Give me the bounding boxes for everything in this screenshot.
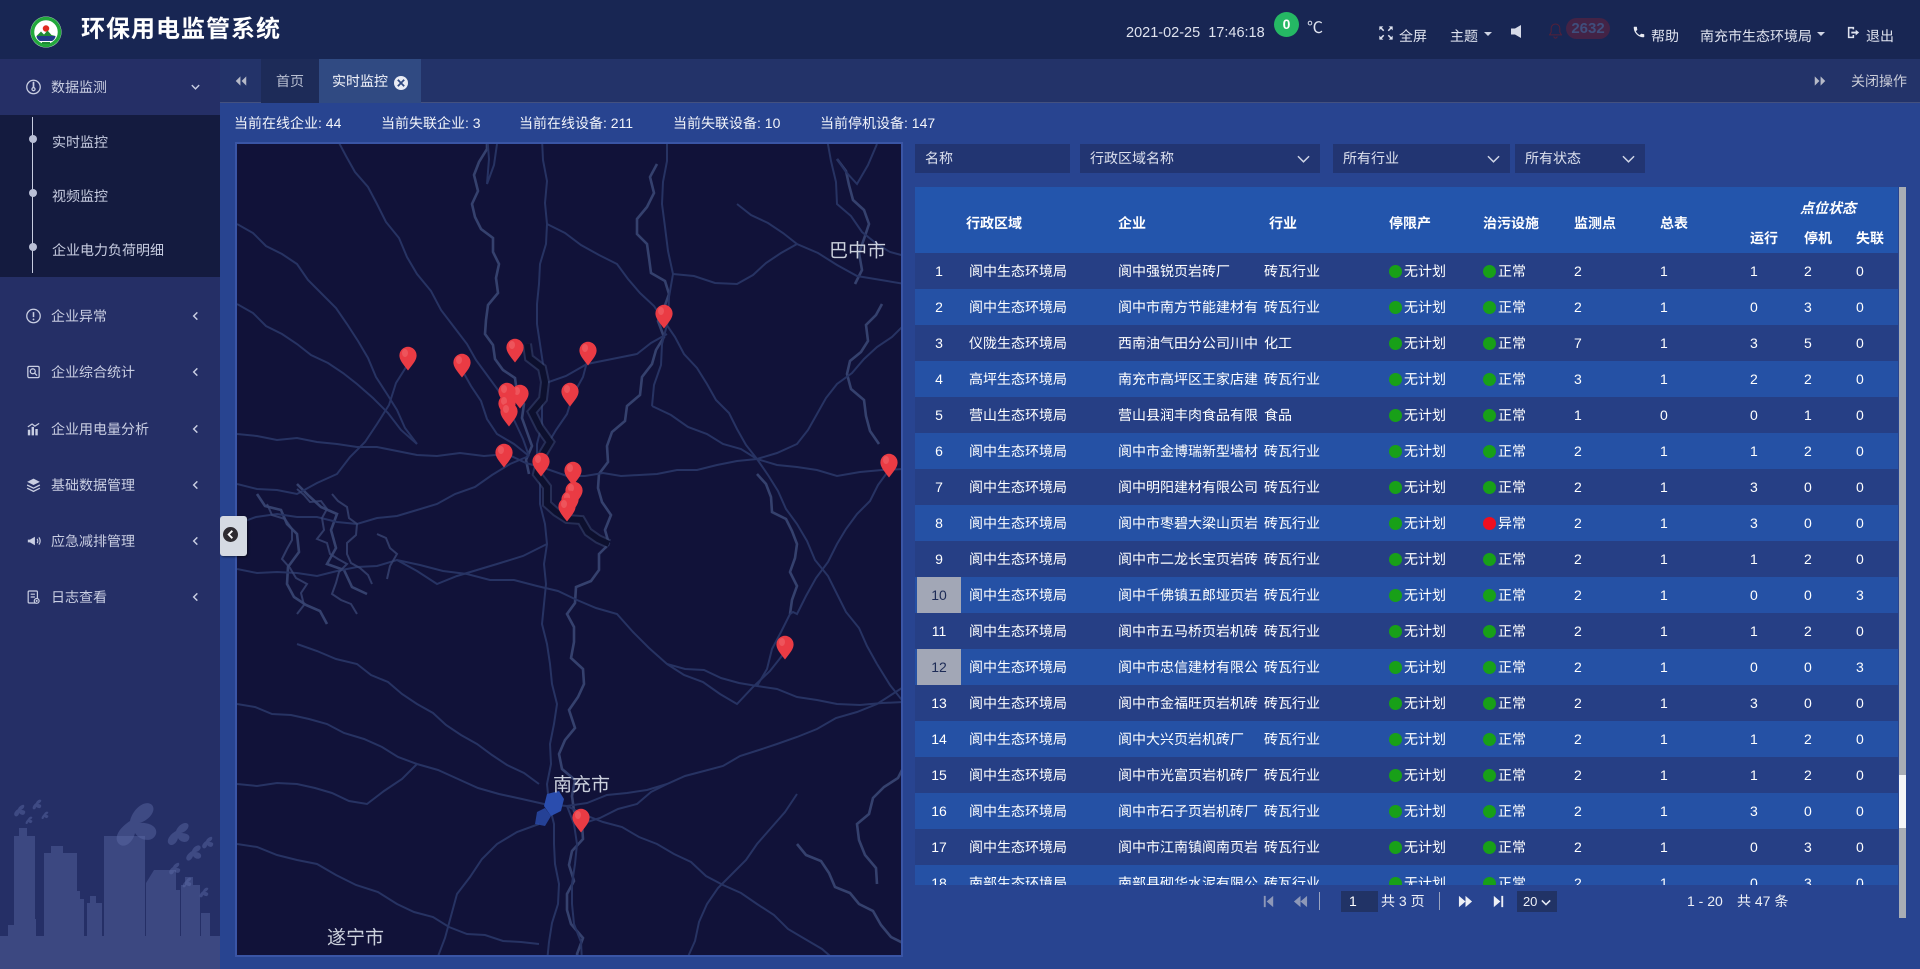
svg-text:巴中市: 巴中市 — [829, 236, 886, 263]
svg-text:南充市: 南充市 — [553, 770, 610, 797]
svg-text:遂宁市: 遂宁市 — [327, 923, 384, 950]
